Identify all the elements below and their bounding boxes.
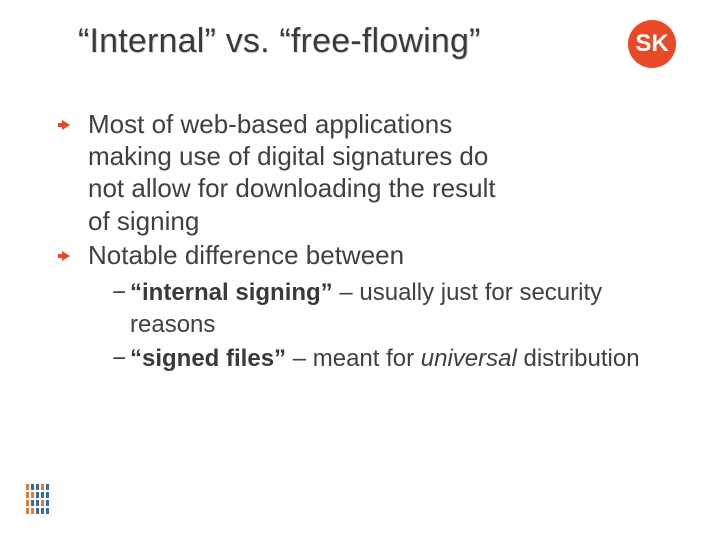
list-item: Notable difference between xyxy=(58,239,676,271)
sub-text: – meant for xyxy=(286,345,421,372)
sub-text: distribution xyxy=(517,345,640,372)
dash-icon: − xyxy=(112,343,126,375)
footer-decor-icon xyxy=(26,484,49,514)
bullet-list: Most of web-based applications making us… xyxy=(58,108,676,271)
sub-list: − “internal signing” – usually just for … xyxy=(58,277,676,374)
list-item: Most of web-based applications making us… xyxy=(58,108,518,237)
dash-icon: − xyxy=(112,277,126,309)
content-area: Most of web-based applications making us… xyxy=(58,108,676,376)
slide-title: “Internal” vs. “free-flowing” xyxy=(78,22,481,61)
sub-bold: “internal signing” xyxy=(130,279,333,306)
sub-ital: universal xyxy=(421,345,517,372)
list-item: − “signed files” – meant for universal d… xyxy=(112,343,676,375)
list-item: − “internal signing” – usually just for … xyxy=(112,277,676,340)
sk-logo: SK xyxy=(628,20,676,68)
sub-bold: “signed files” xyxy=(130,345,286,372)
